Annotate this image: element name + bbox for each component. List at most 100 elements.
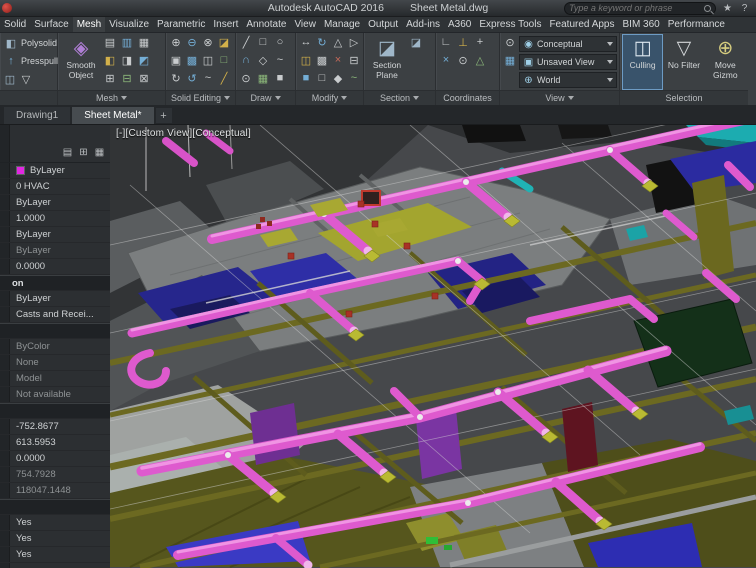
draw-tool-icon[interactable]: □ bbox=[255, 34, 271, 50]
property-row[interactable]: ByLayer bbox=[0, 227, 110, 243]
solid-editing-tool-icon[interactable]: ↺ bbox=[184, 70, 200, 86]
viewport-3d-scene[interactable] bbox=[110, 125, 756, 568]
tab-a360[interactable]: A360 bbox=[444, 17, 475, 32]
move-gizmo-button[interactable]: ⊕ Move Gizmo bbox=[705, 34, 746, 90]
culling-button[interactable]: ◫ Culling bbox=[622, 34, 664, 90]
property-row[interactable]: ByLayer bbox=[0, 243, 110, 259]
mesh-tool-icon[interactable]: ▥ bbox=[119, 34, 135, 50]
tab-manage[interactable]: Manage bbox=[320, 17, 364, 32]
coordinates-tool-icon[interactable]: ⊙ bbox=[455, 52, 471, 68]
draw-tool-icon[interactable]: ⊙ bbox=[238, 70, 254, 86]
property-row[interactable]: ByLayer bbox=[0, 291, 110, 307]
mesh-tool-icon[interactable]: ⊠ bbox=[136, 70, 152, 86]
panel-label-section[interactable]: Section bbox=[364, 90, 435, 105]
panel-label-selection[interactable]: Selection bbox=[620, 90, 748, 105]
modify-tool-icon[interactable]: ↔ bbox=[298, 34, 314, 50]
panel-label-view[interactable]: View bbox=[500, 90, 619, 105]
infocenter-search[interactable] bbox=[564, 1, 716, 15]
visual-style-dropdown[interactable]: ◉ Conceptual bbox=[519, 36, 617, 52]
tab-mesh[interactable]: Mesh bbox=[72, 17, 106, 32]
modify-tool-icon[interactable]: □ bbox=[314, 70, 330, 86]
property-row[interactable]: 754.7928 bbox=[0, 467, 110, 483]
properties-section-header[interactable]: on bbox=[0, 275, 110, 291]
coordinates-tool-icon[interactable]: ∟ bbox=[438, 34, 454, 50]
property-row[interactable]: -752.8677 bbox=[0, 419, 110, 435]
draw-tool-icon[interactable]: ╱ bbox=[238, 34, 254, 50]
property-row[interactable]: None bbox=[0, 355, 110, 371]
properties-toolbar-icon[interactable]: ▦ bbox=[93, 146, 106, 159]
viewport-controls[interactable]: [-][Custom View][Conceptual] bbox=[116, 128, 251, 139]
app-logo-icon[interactable] bbox=[2, 3, 12, 13]
solid-editing-tool-icon[interactable]: □ bbox=[216, 52, 232, 68]
file-tab-sheet-metal[interactable]: Sheet Metal* bbox=[72, 107, 154, 124]
modify-tool-icon[interactable]: ◆ bbox=[330, 70, 346, 86]
property-row[interactable]: ByLayer bbox=[0, 163, 110, 179]
solid-editing-tool-icon[interactable]: ◪ bbox=[216, 34, 232, 50]
modify-tool-icon[interactable]: ⊟ bbox=[346, 52, 362, 68]
section-tool-icon[interactable]: ◪ bbox=[408, 34, 424, 50]
property-row[interactable]: 0.0000 bbox=[0, 259, 110, 275]
tab-insert[interactable]: Insert bbox=[209, 17, 242, 32]
draw-tool-icon[interactable]: ■ bbox=[272, 70, 288, 86]
properties-section-header[interactable] bbox=[0, 403, 110, 419]
tab-addins[interactable]: Add-ins bbox=[402, 17, 444, 32]
search-icon[interactable] bbox=[704, 4, 711, 12]
modify-tool-icon[interactable]: ▩ bbox=[314, 52, 330, 68]
mesh-tool-icon[interactable]: ◧ bbox=[102, 52, 118, 68]
solid-tool-icon[interactable]: ◫ bbox=[2, 71, 18, 87]
tab-visualize[interactable]: Visualize bbox=[105, 17, 153, 32]
tab-annotate[interactable]: Annotate bbox=[242, 17, 290, 32]
coordinates-tool-icon[interactable]: + bbox=[472, 34, 488, 50]
properties-section-header[interactable] bbox=[0, 323, 110, 339]
solid-editing-tool-icon[interactable]: ⊗ bbox=[200, 34, 216, 50]
properties-section-header[interactable] bbox=[0, 499, 110, 515]
property-row[interactable]: Yes bbox=[0, 515, 110, 531]
solid-editing-tool-icon[interactable]: ⊕ bbox=[168, 34, 184, 50]
ucs-dropdown[interactable]: ⊕ World bbox=[519, 72, 617, 88]
modify-tool-icon[interactable]: ~ bbox=[346, 70, 362, 86]
solid-editing-tool-icon[interactable]: ~ bbox=[200, 70, 216, 86]
smooth-object-button[interactable]: ◈ Smooth Object bbox=[60, 34, 102, 90]
file-tab-drawing1[interactable]: Drawing1 bbox=[4, 107, 71, 124]
mesh-tool-icon[interactable]: ⊞ bbox=[102, 70, 118, 86]
panel-label-draw[interactable]: Draw bbox=[236, 90, 295, 105]
tab-featured-apps[interactable]: Featured Apps bbox=[545, 17, 618, 32]
modify-tool-icon[interactable]: △ bbox=[330, 34, 346, 50]
modify-tool-icon[interactable]: ▷ bbox=[346, 34, 362, 50]
property-row[interactable]: 118047.1448 bbox=[0, 483, 110, 499]
tab-solid[interactable]: Solid bbox=[0, 17, 30, 32]
view-tool-icon[interactable]: ⊙ bbox=[502, 34, 518, 50]
property-row[interactable]: Not available bbox=[0, 387, 110, 403]
property-row[interactable]: Casts and Recei... bbox=[0, 307, 110, 323]
property-row[interactable]: ByLayer bbox=[0, 195, 110, 211]
solid-editing-tool-icon[interactable]: ⊖ bbox=[184, 34, 200, 50]
coordinates-tool-icon[interactable]: ⊥ bbox=[455, 34, 471, 50]
draw-tool-icon[interactable]: ▦ bbox=[255, 70, 271, 86]
solid-editing-tool-icon[interactable]: ◫ bbox=[200, 52, 216, 68]
mesh-tool-icon[interactable]: ▦ bbox=[136, 34, 152, 50]
new-tab-button[interactable]: + bbox=[155, 108, 172, 123]
drawing-viewport[interactable]: [-][Custom View][Conceptual] bbox=[110, 125, 756, 568]
modify-tool-icon[interactable]: ↻ bbox=[314, 34, 330, 50]
panel-label-mesh[interactable]: Mesh bbox=[58, 90, 165, 105]
no-filter-button[interactable]: ▽ No Filter bbox=[663, 34, 704, 90]
panel-label-coordinates[interactable]: Coordinates bbox=[436, 90, 499, 105]
modify-tool-icon[interactable]: × bbox=[330, 52, 346, 68]
panel-label-modify[interactable]: Modify bbox=[296, 90, 363, 105]
polysolid-button[interactable]: ◧ Polysolid bbox=[2, 34, 59, 52]
tab-parametric[interactable]: Parametric bbox=[153, 17, 209, 32]
property-row[interactable]: Model bbox=[0, 371, 110, 387]
tab-view[interactable]: View bbox=[290, 17, 320, 32]
modify-tool-icon[interactable]: ◫ bbox=[298, 52, 314, 68]
solid-editing-tool-icon[interactable]: ▣ bbox=[168, 52, 184, 68]
solid-tool-icon[interactable]: ▽ bbox=[18, 71, 34, 87]
mesh-tool-icon[interactable]: ▤ bbox=[102, 34, 118, 50]
modify-tool-icon[interactable]: ■ bbox=[298, 70, 314, 86]
draw-tool-icon[interactable]: ∩ bbox=[238, 52, 254, 68]
draw-tool-icon[interactable]: ~ bbox=[272, 52, 288, 68]
mesh-tool-icon[interactable]: ◩ bbox=[136, 52, 152, 68]
property-row[interactable]: Yes bbox=[0, 531, 110, 547]
properties-toolbar-icon[interactable]: ▤ bbox=[61, 146, 74, 159]
view-preset-dropdown[interactable]: ▣ Unsaved View bbox=[519, 54, 617, 70]
infocenter-icon[interactable]: ? bbox=[738, 2, 751, 15]
